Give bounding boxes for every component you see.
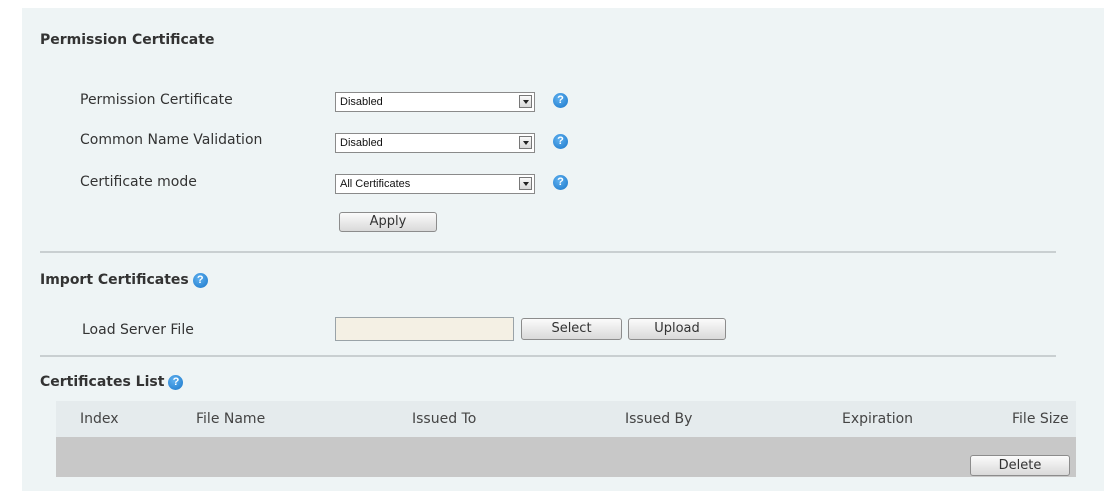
column-header-issued-by: Issued By <box>625 411 693 427</box>
section-divider <box>40 355 1056 357</box>
import-section-title: Import Certificates ? <box>40 272 208 288</box>
certificate-mode-select[interactable]: All Certificates <box>335 174 535 194</box>
column-header-file-size: File Size <box>1012 411 1069 427</box>
help-icon[interactable]: ? <box>553 134 568 149</box>
permission-certificate-select[interactable]: Disabled <box>335 92 535 112</box>
column-header-file-name: File Name <box>196 411 266 427</box>
dropdown-arrow-icon <box>519 177 532 190</box>
common-name-validation-select[interactable]: Disabled <box>335 133 535 153</box>
help-icon[interactable]: ? <box>553 93 568 108</box>
select-button[interactable]: Select <box>521 318 622 340</box>
dropdown-arrow-icon <box>519 95 532 108</box>
load-server-file-label: Load Server File <box>82 322 194 338</box>
certificates-list-title: Certificates List ? <box>40 374 184 390</box>
help-icon[interactable]: ? <box>553 175 568 190</box>
column-header-expiration: Expiration <box>842 411 914 427</box>
section-divider <box>40 251 1056 253</box>
delete-button[interactable]: Delete <box>970 455 1070 476</box>
common-name-validation-label: Common Name Validation <box>80 132 263 148</box>
dropdown-arrow-icon <box>519 136 532 149</box>
permission-section-title: Permission Certificate <box>40 32 215 48</box>
help-icon[interactable]: ? <box>168 374 184 390</box>
permission-certificate-label: Permission Certificate <box>80 92 233 108</box>
server-file-input[interactable] <box>335 317 514 341</box>
certificates-table-header: Index File Name Issued To Issued By Expi… <box>56 401 1076 437</box>
column-header-issued-to: Issued To <box>412 411 477 427</box>
certificate-mode-label: Certificate mode <box>80 174 197 190</box>
upload-button[interactable]: Upload <box>628 318 726 340</box>
certificates-table-body: Delete <box>56 437 1076 477</box>
apply-button[interactable]: Apply <box>339 212 437 232</box>
column-header-index: Index <box>80 411 119 427</box>
help-icon[interactable]: ? <box>192 272 208 288</box>
